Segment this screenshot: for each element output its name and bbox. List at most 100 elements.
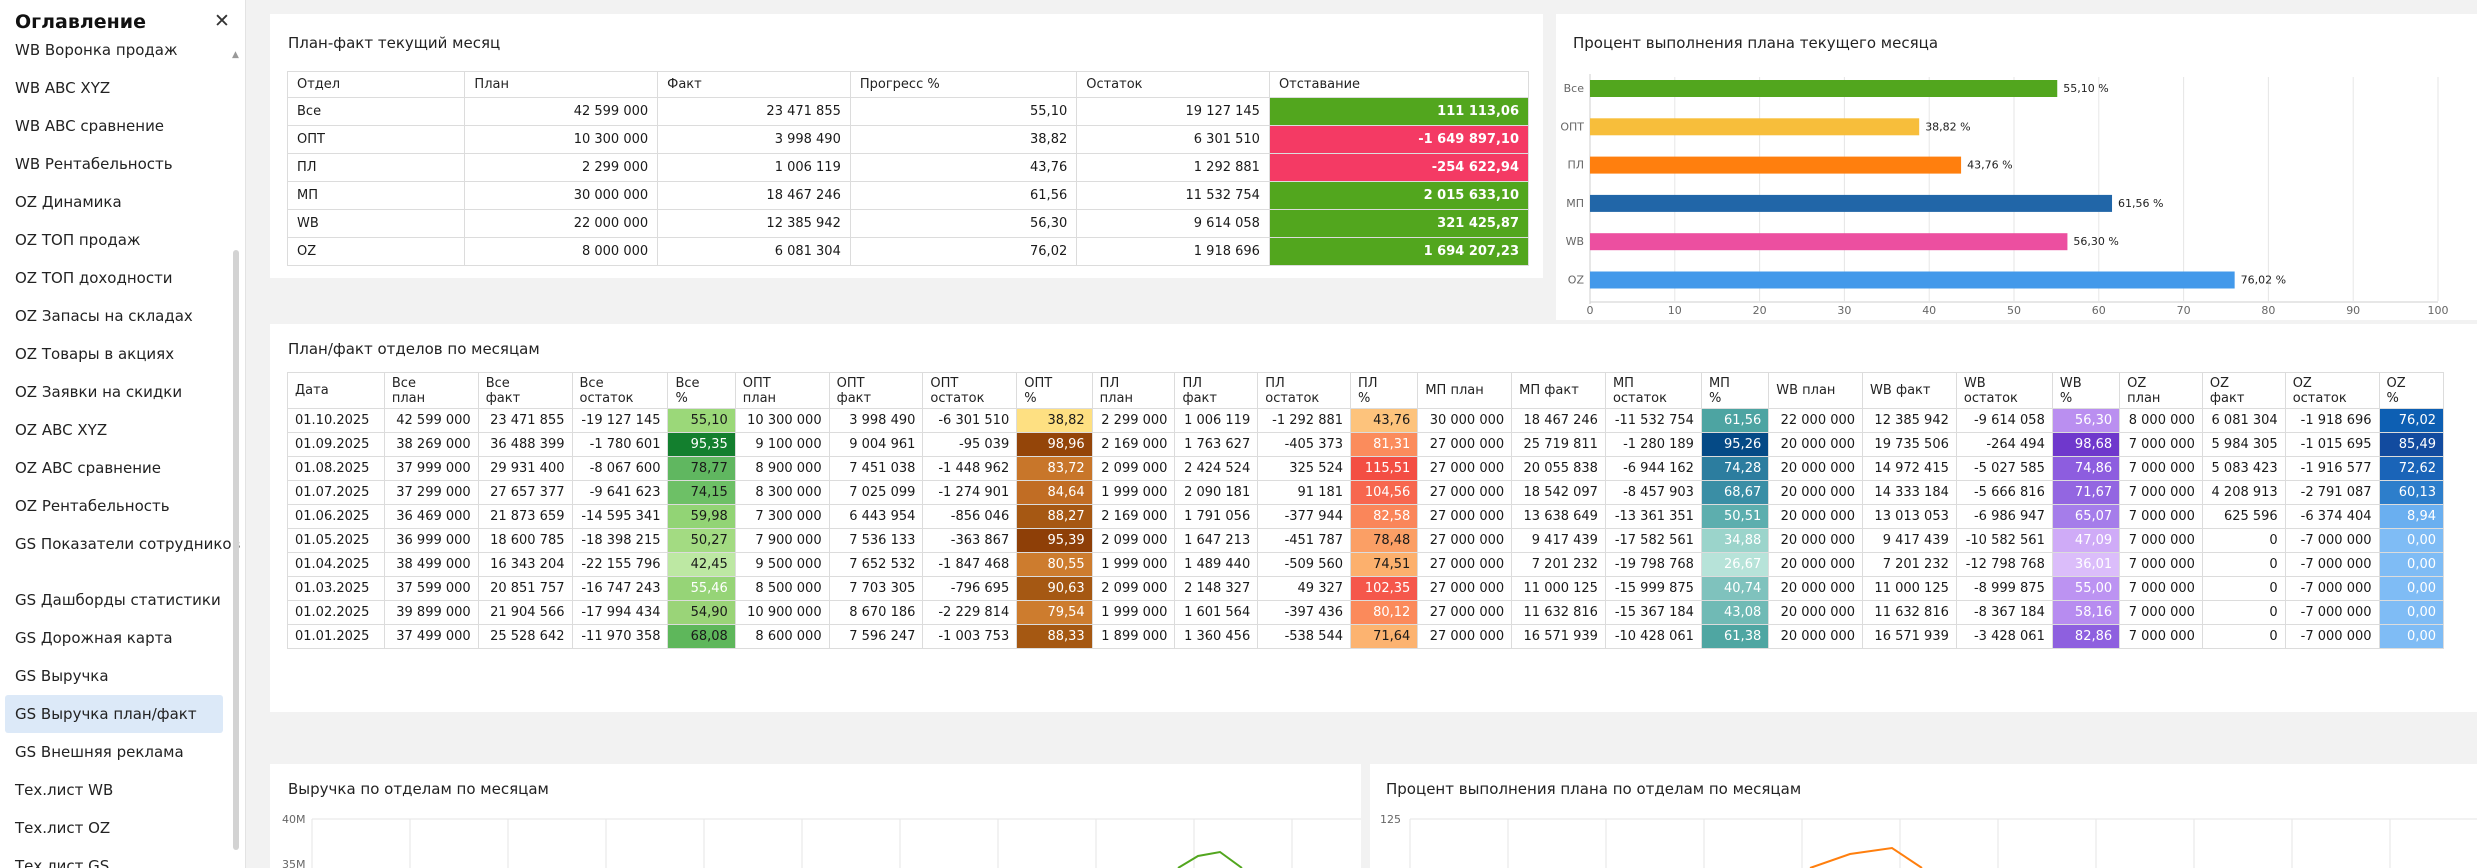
table-cell: -1 780 601 [571,432,669,457]
table-cell: 0 [2201,624,2286,649]
table-cell: 12 385 942 [657,209,851,238]
table-cell: 27 000 000 [1417,552,1513,577]
lag-cell: 1 694 207,23 [1268,237,1530,266]
lag-cell: -254 622,94 [1268,153,1530,182]
table-cell: -796 695 [922,576,1018,601]
bar [1590,80,2058,97]
sidebar-item[interactable]: WB Воронка продаж [5,31,223,69]
percent-cell: 74,86 [2051,456,2121,481]
table-cell: 1 360 456 [1174,624,1259,649]
table-cell: 2 424 524 [1174,456,1259,481]
column-header: OZ остаток [2284,372,2380,409]
table-cell: 11 000 125 [1511,576,1606,601]
percent-cell: 42,45 [667,552,736,577]
sidebar-item[interactable]: GS Выручка [5,657,223,695]
table-cell: 22 000 000 [1768,408,1864,433]
table-cell: 1 647 213 [1174,528,1259,553]
table-row: WB 22 000 000 12 385 942 56,30 9 614 058 321 … [286,209,1530,238]
sidebar-item[interactable]: Тех.лист GS [5,847,223,868]
percent-cell: 71,64 [1350,624,1419,649]
lag-cell: 2 015 633,10 [1268,181,1530,210]
sidebar-item[interactable]: Тех.лист WB [5,771,223,809]
table-cell: 7 900 000 [734,528,830,553]
table-cell: 11 632 816 [1511,600,1606,625]
scroll-up-icon[interactable]: ▲ [232,50,239,60]
table-cell: 2 148 327 [1174,576,1259,601]
column-header: ОПТ план [734,372,830,409]
lag-cell: 111 113,06 [1268,97,1530,126]
column-header: Все остаток [571,372,669,409]
table-row: 01.02.2025 39 899 000 21 904 566 -17 994 43… [287,600,2445,625]
sidebar-item[interactable]: WB ABC XYZ [5,69,223,107]
lag-cell: 321 425,87 [1268,209,1530,238]
table-cell: -9 641 623 [571,480,669,505]
table-row: 01.05.2025 36 999 000 18 600 785 -18 398 21… [287,528,2445,553]
sidebar-item[interactable]: Тех.лист OZ [5,809,223,847]
percent-cell: 43,08 [1700,600,1770,625]
table-cell: 2 299 000 [464,153,659,182]
sidebar-item[interactable]: OZ ТОП продаж [5,221,223,259]
column-header: МП факт [1511,372,1606,409]
table-cell: 7 596 247 [828,624,924,649]
column-header: ПЛ план [1091,372,1176,409]
sidebar-item[interactable]: OZ Рентабельность [5,487,223,525]
percent-cell: 68,08 [667,624,736,649]
sidebar-item[interactable]: GS Выручка план/факт [5,695,223,733]
row-label: МП [286,181,466,210]
table-cell: 7 025 099 [828,480,924,505]
table-cell: 9 100 000 [734,432,830,457]
percent-cell: 0,00 [2378,552,2445,577]
percent-cell: 65,07 [2051,504,2121,529]
percent-cell: 95,26 [1700,432,1770,457]
sidebar-item[interactable]: GS Дашборды статистики [5,581,223,619]
sidebar-item[interactable]: GS Показатели сотрудников [5,525,240,581]
table-cell: -451 787 [1257,528,1352,553]
table-cell: 55,10 [849,97,1078,126]
percent-cell: 50,27 [667,528,736,553]
table-row: Все 42 599 000 23 471 855 55,10 19 127 145 11… [286,97,1530,126]
table-cell: 8 000 000 [464,237,659,266]
table-cell: -856 046 [922,504,1018,529]
sidebar-scrollbar[interactable]: ▲ [232,50,240,868]
table-cell: 1 918 696 [1076,237,1270,266]
sidebar-item[interactable]: OZ Заявки на скидки [5,373,223,411]
table-cell: -8 999 875 [1955,576,2053,601]
table-cell: 2 099 000 [1091,528,1176,553]
y-tick-label: 125 [1380,813,1401,826]
x-tick-label: 60 [2092,304,2106,317]
table-cell: 36 999 000 [383,528,479,553]
sidebar-item[interactable]: WB Рентабельность [5,145,223,183]
table-cell: 27 000 000 [1417,576,1513,601]
percent-cell: 0,00 [2378,600,2445,625]
close-icon[interactable]: ✕ [214,10,230,32]
column-header: OZ % [2378,372,2445,409]
sidebar-title: Оглавление [15,11,146,33]
row-date: 01.02.2025 [287,600,385,625]
sidebar-item[interactable]: WB ABC сравнение [5,107,223,145]
sidebar-item[interactable]: OZ Динамика [5,183,223,221]
table-cell: -1 280 189 [1604,432,1702,457]
sidebar-item[interactable]: GS Внешняя реклама [5,733,223,771]
percent-cell: 60,13 [2378,480,2445,505]
sidebar-item[interactable]: GS Дорожная карта [5,619,223,657]
x-tick-label: 30 [1837,304,1851,317]
sidebar-item[interactable]: OZ Товары в акциях [5,335,223,373]
table-cell: 7 000 000 [2119,504,2203,529]
table-cell: -17 582 561 [1604,528,1702,553]
table-cell: 42 599 000 [464,97,659,126]
sidebar-item[interactable]: OZ Запасы на складах [5,297,223,335]
table-cell: 6 301 510 [1076,125,1270,154]
y-tick-label: Все [1564,82,1585,95]
column-header: WB остаток [1955,372,2053,409]
sidebar-item[interactable]: OZ ABC сравнение [5,449,223,487]
scrollbar-thumb[interactable] [233,250,239,850]
sidebar-item[interactable]: OZ ABC XYZ [5,411,223,449]
table-cell: 39 899 000 [383,600,479,625]
bar-value-label: 38,82 % [1925,120,1970,133]
table-cell: -15 367 184 [1604,600,1702,625]
sidebar-item[interactable]: OZ ТОП доходности [5,259,223,297]
percent-cell: 8,94 [2378,504,2445,529]
bar-value-label: 76,02 % [2241,274,2286,287]
table-cell: 1 999 000 [1091,552,1176,577]
bar [1590,194,2113,212]
